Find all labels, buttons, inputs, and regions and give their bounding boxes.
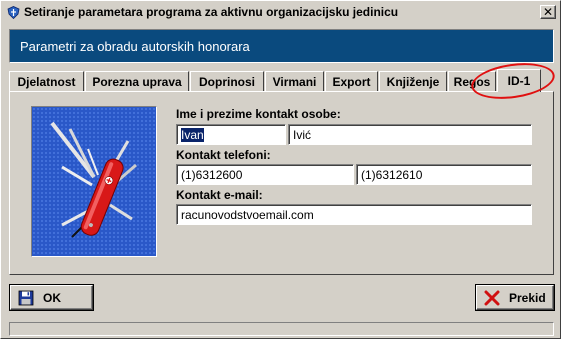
title-bar[interactable]: Setiranje parametara programa za aktivnu… — [3, 3, 558, 21]
status-bar — [9, 322, 554, 336]
tab-export[interactable]: Export — [325, 71, 378, 91]
tab-virmani[interactable]: Virmani — [265, 71, 324, 91]
last-name-field[interactable]: Ivić — [288, 124, 532, 145]
contact-name-label: Ime i prezime kontakt osobe: — [176, 107, 341, 121]
swiss-army-knife-icon — [31, 106, 157, 257]
tab-djelatnost[interactable]: Djelatnost — [9, 71, 84, 91]
section-header-title: Parametri za obradu autorskih honorara — [20, 38, 250, 54]
tab-label: ID-1 — [507, 74, 531, 88]
tab-doprinosi[interactable]: Doprinosi — [190, 71, 264, 91]
tab-strip: Djelatnost Porezna uprava Doprinosi Virm… — [9, 69, 554, 92]
email-label: Kontakt e-mail: — [176, 188, 263, 202]
cancel-button-label: Prekid — [509, 290, 546, 305]
tab-label: Doprinosi — [199, 74, 255, 89]
tab-label: Export — [332, 74, 371, 89]
last-name-value: Ivić — [293, 128, 311, 142]
tab-porezna-uprava[interactable]: Porezna uprava — [85, 71, 189, 91]
tab-regos[interactable]: Regos — [448, 71, 496, 91]
tab-panel-id-1: Ime i prezime kontakt osobe: Ivan Ivić K… — [9, 91, 554, 275]
app-icon — [6, 5, 20, 19]
tab-label: Knjiženje — [386, 74, 440, 89]
phones-label: Kontakt telefoni: — [176, 148, 271, 162]
tab-label: Djelatnost — [17, 74, 76, 89]
phone2-value: (1)6312610 — [361, 168, 423, 182]
email-value: racunovodstvoemail.com — [181, 208, 314, 222]
close-button[interactable]: ✕ — [540, 5, 556, 19]
ok-button[interactable]: OK — [10, 285, 93, 310]
tab-id-1[interactable]: ID-1 — [497, 69, 541, 92]
cancel-button[interactable]: Prekid — [476, 285, 554, 310]
red-x-icon — [483, 289, 501, 307]
tab-label: Regos — [453, 74, 491, 89]
phone1-value: (1)6312600 — [181, 168, 243, 182]
phone2-field[interactable]: (1)6312610 — [356, 164, 532, 185]
phone1-field[interactable]: (1)6312600 — [176, 164, 354, 185]
ok-button-label: OK — [43, 290, 61, 305]
tab-label: Porezna uprava — [92, 74, 182, 89]
dialog-window: Setiranje parametara programa za aktivnu… — [0, 0, 561, 339]
tab-knjizenje[interactable]: Knjiženje — [379, 71, 447, 91]
window-title: Setiranje parametara programa za aktivnu… — [24, 5, 399, 19]
first-name-field[interactable]: Ivan — [176, 124, 286, 145]
tab-label: Virmani — [272, 74, 317, 89]
section-header: Parametri za obradu autorskih honorara — [9, 29, 554, 63]
floppy-disk-icon — [17, 289, 35, 307]
close-icon: ✕ — [542, 5, 554, 19]
first-name-value: Ivan — [181, 128, 204, 142]
email-field[interactable]: racunovodstvoemail.com — [176, 204, 532, 225]
